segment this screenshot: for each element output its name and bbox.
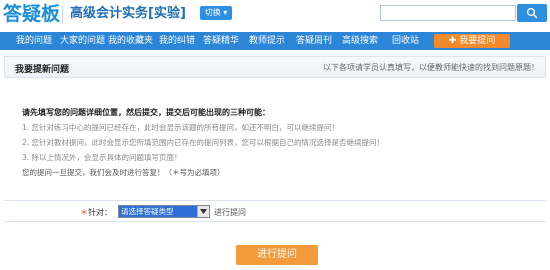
- course-title: 高级会计实务[实验]: [70, 6, 186, 21]
- nav-my-favorites[interactable]: 我的收藏夹: [108, 32, 153, 50]
- instructions-final: 您的提问一旦提交，我们会及时进行答复！（＊号为必填项）: [22, 168, 225, 177]
- search-icon: [526, 7, 538, 19]
- instruction-line: 3. 除以上情况外，会显示具体的问题填写页面！: [22, 153, 182, 162]
- target-label-text: 针对：: [88, 208, 112, 217]
- form-hint: 进行提问: [214, 208, 246, 217]
- nav-my-questions[interactable]: 我的问题: [16, 32, 52, 50]
- nav-teacher-tips[interactable]: 教师提示: [249, 32, 285, 50]
- nav-my-corrections[interactable]: 我的纠错: [159, 32, 195, 50]
- logo-divider: [62, 6, 63, 24]
- ask-question-label: 我要提问: [459, 36, 496, 46]
- section-title-bar: 我要提新问题 以下各项请学员认真填写，以便教师能快速的找到问题原题！: [4, 56, 546, 78]
- switch-button[interactable]: 切换 ▾: [200, 6, 232, 20]
- switch-label: 切换: [204, 8, 221, 17]
- dropdown-arrow-icon: [197, 206, 209, 217]
- ask-question-button[interactable]: ✚ 我要提问: [434, 34, 510, 48]
- logo[interactable]: 答疑板: [3, 2, 60, 26]
- instruction-line: 2. 您针对教材提问，此时会显示您所填范围内已存在的提问列表，您可以根据自己的情…: [22, 138, 385, 147]
- required-mark: ＊: [80, 208, 88, 217]
- nav-everyones-questions[interactable]: 大家的问题: [60, 32, 105, 50]
- chevron-down-icon: ▾: [220, 8, 228, 17]
- section-title: 我要提新问题: [15, 65, 70, 75]
- instructions: 请先填写您的问题详细位置，然后提交，提交后可能出现的三种可能： 1. 您针对练习…: [22, 106, 522, 180]
- select-value: 请选择答疑类型: [119, 206, 197, 217]
- plus-icon: ✚: [448, 36, 460, 46]
- search-button[interactable]: [517, 4, 547, 22]
- main-nav: 我的问题 大家的问题 我的收藏夹 我的纠错 答疑精华 教师提示 答疑周刊 高级搜…: [0, 32, 550, 50]
- question-form: ＊针对： 请选择答疑类型 进行提问: [4, 200, 546, 222]
- instructions-heading: 请先填写您的问题详细位置，然后提交，提交后可能出现的三种可能：: [22, 108, 270, 117]
- question-type-select[interactable]: 请选择答疑类型: [118, 205, 210, 218]
- nav-recycle-bin[interactable]: 回收站: [392, 32, 419, 50]
- target-label: ＊针对：: [80, 207, 112, 218]
- search-input[interactable]: [380, 5, 516, 21]
- nav-advanced-search[interactable]: 高级搜索: [342, 32, 378, 50]
- section-note: 以下各项请学员认真填写，以便教师能快速的找到问题原题！: [323, 63, 539, 72]
- header: 答疑板 高级会计实务[实验] 切换 ▾: [0, 0, 550, 32]
- nav-qa-weekly[interactable]: 答疑周刊: [296, 32, 332, 50]
- nav-qa-highlights[interactable]: 答疑精华: [203, 32, 239, 50]
- instruction-line: 1. 您针对练习中心的提问已经存在，此时会显示该题的所有提问，如还不明白，可以继…: [22, 123, 340, 132]
- submit-question-button[interactable]: 进行提问: [236, 245, 318, 265]
